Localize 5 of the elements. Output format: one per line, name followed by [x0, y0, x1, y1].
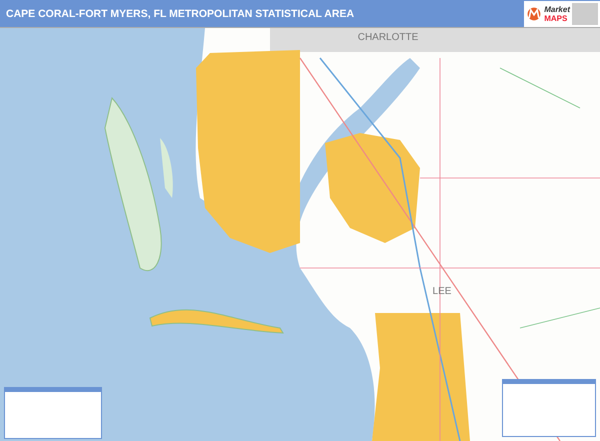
county-label: CHARLOTTE — [358, 32, 418, 43]
contact-box — [572, 2, 598, 24]
logo-word: Market — [544, 4, 570, 14]
logo-name: MAPS — [544, 14, 568, 22]
map-title: CAPE CORAL-FORT MYERS, FL METROPOLITAN STATISTICAL AREA — [6, 8, 354, 20]
